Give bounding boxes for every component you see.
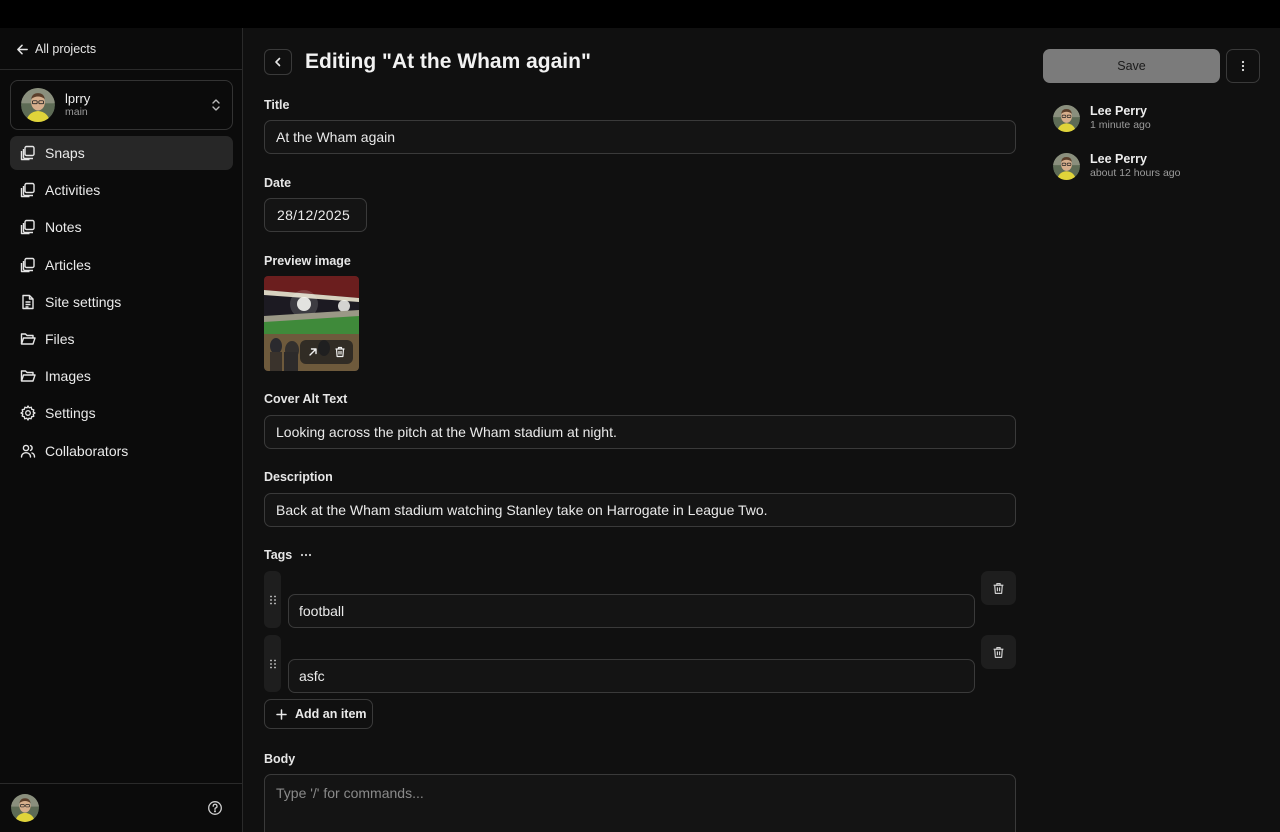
- delete-tag-button[interactable]: [981, 635, 1016, 669]
- sidebar-divider: [0, 69, 243, 70]
- revision-time: 1 minute ago: [1090, 119, 1151, 132]
- sidebar-item-images[interactable]: Images: [10, 359, 233, 393]
- sidebar-item-articles[interactable]: Articles: [10, 248, 233, 282]
- project-switcher[interactable]: lprry main: [10, 80, 233, 130]
- trash-icon: [993, 582, 1004, 594]
- ellipsis-icon[interactable]: [300, 549, 312, 561]
- collection-icon: [20, 257, 35, 272]
- drag-handle[interactable]: [264, 571, 281, 628]
- preview-image-actions: [300, 340, 353, 364]
- folder-open-icon: [20, 333, 36, 345]
- sidebar-item-activities[interactable]: Activities: [10, 173, 233, 207]
- date-input[interactable]: 28/12/2025: [264, 198, 367, 232]
- sidebar-item-label: Site settings: [45, 293, 122, 310]
- sidebar-item-label: Articles: [45, 256, 91, 273]
- project-name: lprry: [65, 90, 91, 106]
- revision-item[interactable]: Lee Perry about 12 hours ago: [1053, 151, 1263, 181]
- chevron-left-icon: [275, 57, 281, 67]
- body-editor[interactable]: Type '/' for commands...: [264, 774, 1016, 832]
- gear-icon: [20, 405, 36, 421]
- collection-icon: [20, 220, 35, 235]
- more-options-button[interactable]: [1226, 49, 1260, 83]
- more-vertical-icon: [1241, 60, 1245, 72]
- window-top-bar: [0, 0, 1280, 28]
- sidebar-item-label: Snaps: [45, 145, 85, 161]
- page-title: Editing "At the Wham again": [305, 50, 591, 73]
- all-projects-label: All projects: [35, 42, 97, 56]
- folder-open-icon: [20, 370, 36, 382]
- sidebar-footer-divider: [0, 783, 243, 784]
- sidebar-item-label: Activities: [45, 182, 101, 199]
- drag-handle[interactable]: [264, 635, 281, 692]
- user-avatar[interactable]: [11, 794, 39, 822]
- chevron-up-down-icon: [212, 99, 220, 111]
- trash-icon[interactable]: [334, 346, 346, 358]
- preview-image[interactable]: [264, 276, 359, 371]
- title-label: Title: [264, 98, 290, 112]
- sidebar-item-collaborators[interactable]: Collaborators: [10, 434, 233, 468]
- collection-icon: [20, 182, 35, 198]
- revision-time: about 12 hours ago: [1090, 167, 1181, 180]
- body-label: Body: [264, 752, 296, 766]
- arrow-up-right-icon[interactable]: [307, 346, 319, 358]
- users-icon: [20, 444, 36, 458]
- revision-author: Lee Perry: [1090, 104, 1147, 119]
- cover-alt-input[interactable]: Looking across the pitch at the Wham sta…: [264, 415, 1016, 449]
- description-input[interactable]: Back at the Wham stadium watching Stanle…: [264, 493, 1016, 527]
- project-branch: main: [65, 106, 88, 119]
- grip-vertical-icon: [269, 659, 276, 668]
- file-icon: [22, 294, 34, 309]
- sidebar-item-settings[interactable]: Settings: [10, 396, 233, 430]
- sidebar-item-snaps[interactable]: Snaps: [10, 136, 233, 170]
- sidebar-item-label: Settings: [45, 405, 96, 422]
- help-icon[interactable]: [207, 800, 223, 816]
- date-label: Date: [264, 176, 292, 190]
- sidebar-nav: Snaps Activities Notes Articles Site set…: [10, 136, 233, 471]
- collection-icon: [20, 145, 35, 161]
- sidebar-item-notes[interactable]: Notes: [10, 210, 233, 244]
- all-projects-link[interactable]: All projects: [16, 40, 96, 58]
- right-panel: Save Lee Perry 1 minute ago Lee Perry ab…: [1036, 28, 1280, 832]
- back-button[interactable]: [264, 49, 292, 75]
- tags-label: Tags: [264, 548, 293, 562]
- revision-avatar: [1053, 105, 1080, 132]
- sidebar-item-label: Images: [45, 368, 91, 385]
- revision-author: Lee Perry: [1090, 152, 1147, 167]
- sidebar-item-label: Files: [45, 330, 75, 347]
- add-item-label: Add an item: [295, 707, 367, 721]
- arrow-left-icon: [17, 44, 28, 54]
- tag-input[interactable]: asfc: [288, 659, 975, 693]
- preview-image-label: Preview image: [264, 254, 351, 268]
- sidebar: All projects lprry main Snaps Activities…: [0, 28, 243, 832]
- tag-input[interactable]: football: [288, 594, 975, 628]
- title-input[interactable]: At the Wham again: [264, 120, 1016, 154]
- revision-avatar: [1053, 153, 1080, 180]
- sidebar-item-label: Notes: [45, 219, 82, 236]
- delete-tag-button[interactable]: [981, 571, 1016, 605]
- editor-main: Editing "At the Wham again" Title At the…: [244, 28, 1036, 832]
- cover-alt-label: Cover Alt Text: [264, 392, 348, 406]
- trash-icon: [993, 646, 1004, 658]
- revision-item[interactable]: Lee Perry 1 minute ago: [1053, 103, 1263, 133]
- save-button[interactable]: Save: [1043, 49, 1220, 83]
- plus-icon: [276, 708, 287, 720]
- project-avatar: [21, 88, 55, 122]
- grip-vertical-icon: [269, 595, 276, 604]
- add-item-button[interactable]: Add an item: [264, 699, 373, 729]
- sidebar-item-site-settings[interactable]: Site settings: [10, 285, 233, 319]
- description-label: Description: [264, 470, 333, 484]
- sidebar-item-files[interactable]: Files: [10, 322, 233, 356]
- sidebar-item-label: Collaborators: [45, 442, 129, 459]
